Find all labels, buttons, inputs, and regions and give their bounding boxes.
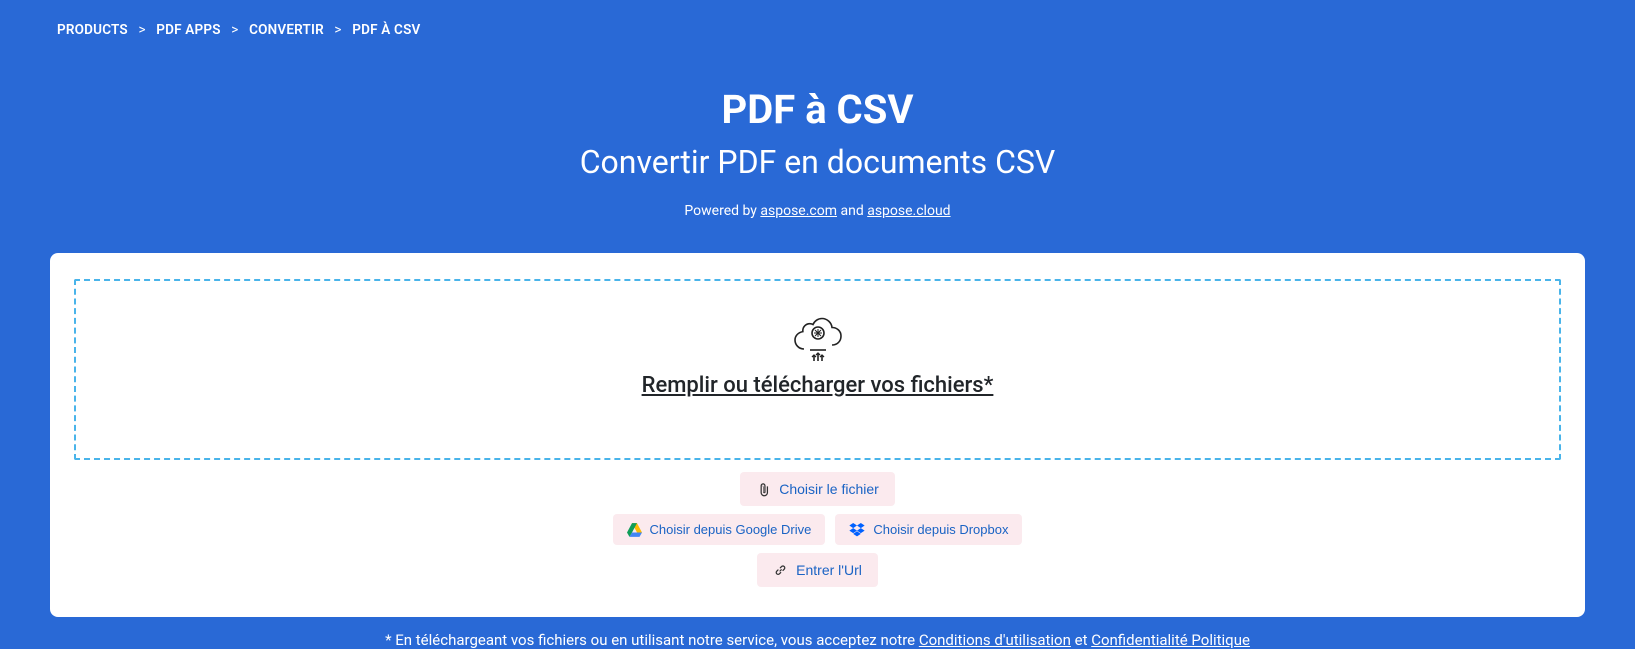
dropbox-icon (849, 523, 865, 537)
google-drive-button[interactable]: Choisir depuis Google Drive (613, 514, 826, 545)
dropzone[interactable]: Remplir ou télécharger vos fichiers* (74, 279, 1561, 460)
disclaimer: * En téléchargeant vos fichiers ou en ut… (0, 631, 1635, 649)
enter-url-button[interactable]: Entrer l'Url (757, 553, 878, 587)
powered-prefix: Powered by (684, 203, 760, 219)
hero: PDF à CSV Convertir PDF en documents CSV… (0, 38, 1635, 253)
page-subtitle: Convertir PDF en documents CSV (20, 143, 1615, 181)
powered-link-aspose-cloud[interactable]: aspose.cloud (867, 203, 950, 219)
powered-by: Powered by aspose.com and aspose.cloud (20, 203, 1615, 219)
powered-and: and (837, 203, 867, 219)
upload-panel: Remplir ou télécharger vos fichiers* Cho… (50, 253, 1585, 617)
upload-buttons: Choisir le fichier Choisir depuis Google… (74, 472, 1561, 587)
breadcrumb-pdf-apps[interactable]: PDF APPS (156, 22, 220, 38)
choose-file-button[interactable]: Choisir le fichier (740, 472, 895, 506)
google-drive-label: Choisir depuis Google Drive (650, 522, 812, 537)
breadcrumb-sep: > (334, 22, 341, 38)
dropbox-label: Choisir depuis Dropbox (873, 522, 1008, 537)
enter-url-label: Entrer l'Url (796, 562, 862, 578)
google-drive-icon (627, 523, 642, 537)
terms-link[interactable]: Conditions d'utilisation (919, 631, 1071, 649)
powered-link-aspose-com[interactable]: aspose.com (760, 203, 837, 219)
dropzone-label: Remplir ou télécharger vos fichiers* (96, 373, 1539, 398)
disclaimer-prefix: * En téléchargeant vos fichiers ou en ut… (385, 631, 919, 649)
breadcrumb-products[interactable]: PRODUCTS (57, 22, 128, 38)
breadcrumb-convertir[interactable]: CONVERTIR (249, 22, 324, 38)
breadcrumb-sep: > (231, 22, 238, 38)
dropbox-button[interactable]: Choisir depuis Dropbox (835, 514, 1022, 545)
link-icon (773, 563, 788, 578)
disclaimer-and: et (1071, 631, 1091, 649)
breadcrumb-current: PDF À CSV (352, 22, 420, 38)
choose-file-label: Choisir le fichier (779, 481, 879, 497)
page-title: PDF à CSV (20, 86, 1615, 133)
attachment-icon (756, 482, 771, 497)
privacy-link[interactable]: Confidentialité Politique (1091, 631, 1250, 649)
breadcrumb: PRODUCTS > PDF APPS > CONVERTIR > PDF À … (0, 0, 1635, 38)
cloud-upload-icon (792, 317, 844, 363)
breadcrumb-sep: > (138, 22, 145, 38)
